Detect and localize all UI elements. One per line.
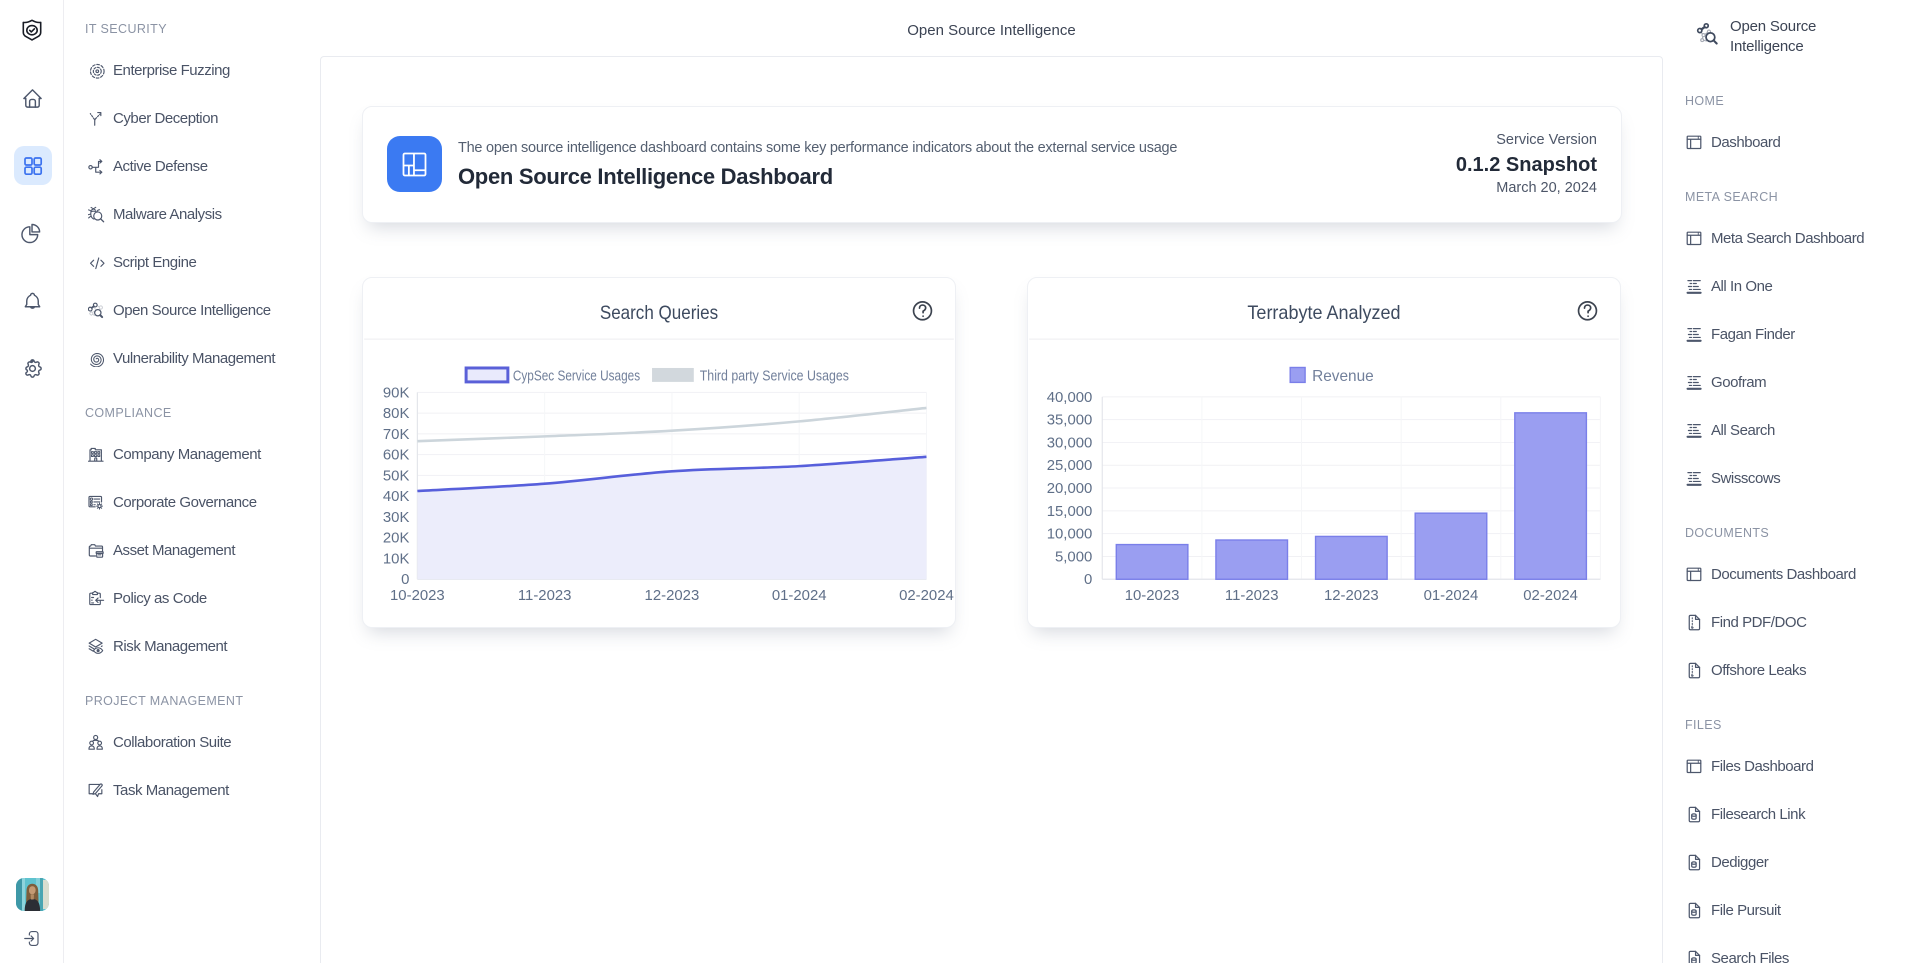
svg-text:10K: 10K <box>383 551 410 567</box>
svg-text:15,000: 15,000 <box>1047 504 1093 520</box>
svg-text:02-2024: 02-2024 <box>1523 588 1578 604</box>
svg-text:01-2024: 01-2024 <box>772 588 827 604</box>
svg-text:0: 0 <box>401 572 409 588</box>
svg-text:60K: 60K <box>383 448 410 464</box>
svg-text:30,000: 30,000 <box>1047 435 1093 451</box>
svg-text:01-2024: 01-2024 <box>1424 588 1479 604</box>
svg-text:35,000: 35,000 <box>1047 413 1093 429</box>
svg-text:12-2023: 12-2023 <box>1324 588 1379 604</box>
svg-text:Third party Service Usages: Third party Service Usages <box>700 368 849 384</box>
svg-text:70K: 70K <box>383 427 410 443</box>
svg-text:80K: 80K <box>383 406 410 422</box>
svg-text:0: 0 <box>1084 572 1092 588</box>
svg-text:CypSec Service Usages: CypSec Service Usages <box>513 368 640 384</box>
svg-text:20,000: 20,000 <box>1047 481 1093 497</box>
svg-text:10-2023: 10-2023 <box>390 588 445 604</box>
svg-text:5,000: 5,000 <box>1055 549 1092 565</box>
svg-text:11-2023: 11-2023 <box>518 588 572 604</box>
svg-text:12-2023: 12-2023 <box>645 588 700 604</box>
svg-text:Search Queries: Search Queries <box>600 302 718 324</box>
svg-text:11-2023: 11-2023 <box>1225 588 1279 604</box>
svg-text:10,000: 10,000 <box>1047 527 1093 543</box>
svg-text:10-2023: 10-2023 <box>1125 588 1180 604</box>
svg-text:20K: 20K <box>383 531 410 547</box>
svg-text:Revenue: Revenue <box>1312 368 1374 385</box>
svg-text:40K: 40K <box>383 489 410 505</box>
svg-text:90K: 90K <box>383 385 410 401</box>
svg-text:25,000: 25,000 <box>1047 458 1093 474</box>
svg-text:40,000: 40,000 <box>1047 390 1093 406</box>
svg-text:Terrabyte Analyzed: Terrabyte Analyzed <box>1247 302 1400 324</box>
svg-text:30K: 30K <box>383 510 410 526</box>
svg-text:50K: 50K <box>383 468 410 484</box>
svg-text:02-2024: 02-2024 <box>899 588 954 604</box>
